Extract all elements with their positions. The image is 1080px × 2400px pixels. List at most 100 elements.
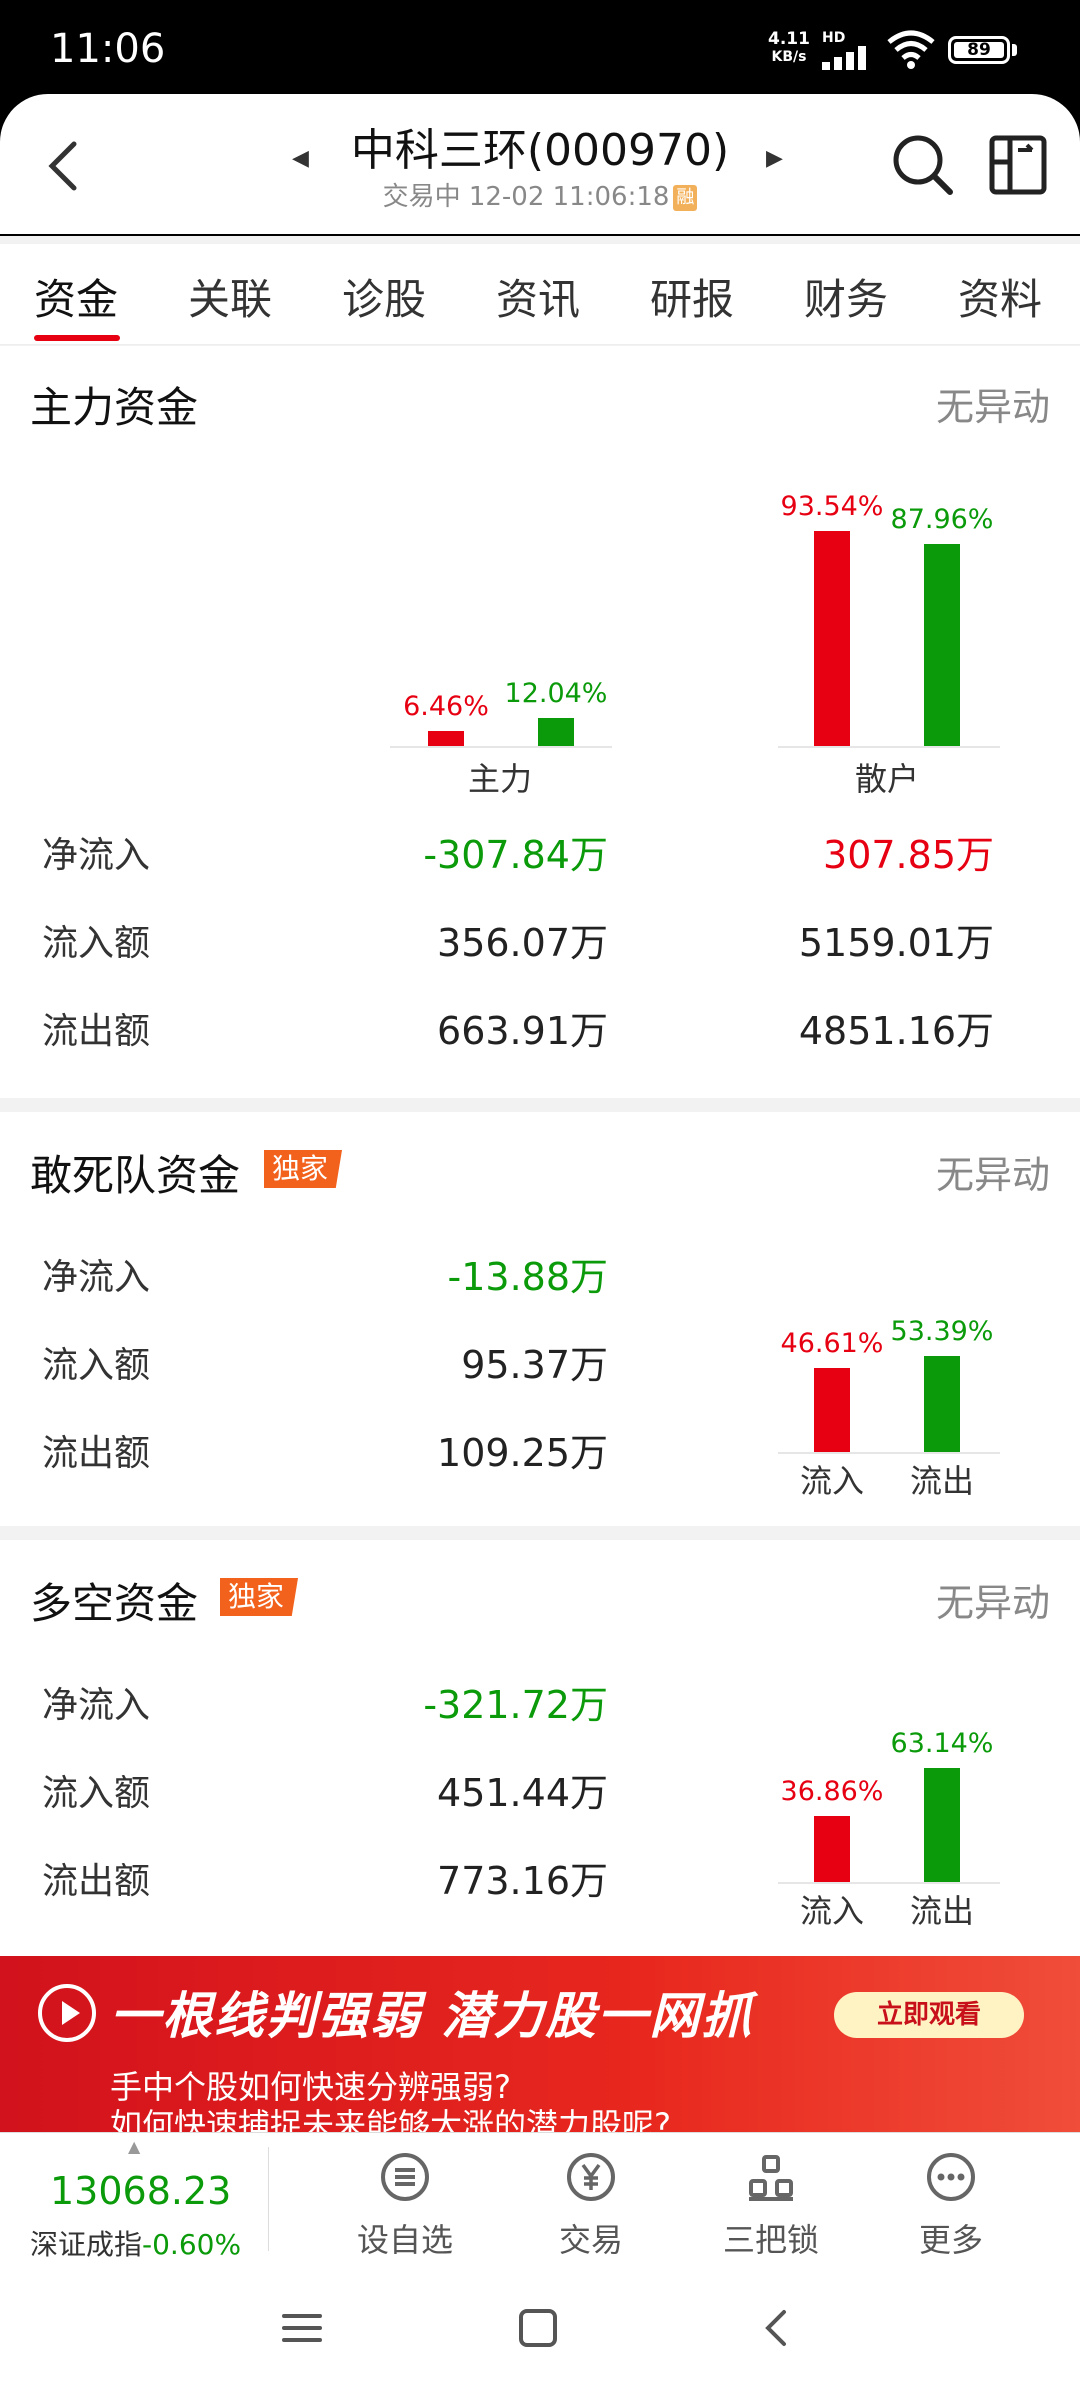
nav-trade[interactable]: 交易: [516, 2151, 666, 2261]
main-funds-card: 主力资金 无异动 6.46% 12.04% 主力 93.54% 87.96% 散…: [0, 346, 1080, 1098]
main-inflow: 356.07万: [437, 921, 608, 965]
tab-related[interactable]: 关联: [188, 266, 272, 327]
stock-title: 中科三环(000970): [350, 125, 730, 176]
battery-tip: [1012, 44, 1017, 56]
dare-funds-title: 敢死队资金: [30, 1151, 241, 1200]
tab-funds[interactable]: 资金: [34, 266, 118, 327]
index-change: -0.60%: [142, 2228, 242, 2261]
battery-icon: 89: [948, 36, 1010, 64]
search-icon[interactable]: [888, 130, 958, 200]
battery-level: 89: [954, 42, 1004, 59]
home-icon[interactable]: [516, 2306, 560, 2350]
main-outflow-pct: 12.04%: [504, 678, 608, 709]
main-funds-status[interactable]: 无异动: [936, 376, 1050, 431]
main-funds-title: 主力资金: [30, 383, 199, 432]
chart-baseline: [778, 1452, 1000, 1454]
expand-caret-icon[interactable]: ▲: [128, 2137, 140, 2156]
exclusive-badge: 独家: [264, 1150, 343, 1188]
hd-tag: HD: [822, 30, 846, 46]
tab-profile[interactable]: 资料: [958, 266, 1042, 327]
main-net-inflow: -307.84万: [423, 833, 608, 877]
dare-outflow-bar: [924, 1356, 960, 1452]
tab-finance[interactable]: 财务: [804, 266, 888, 327]
index-ticker[interactable]: 深证成指-0.60%: [30, 2223, 241, 2263]
dare-inflow-bar: [814, 1368, 850, 1452]
chart-baseline: [390, 746, 612, 748]
nav-label: 交易: [558, 2221, 623, 2259]
net-inflow-label: 净流入: [42, 1685, 151, 1726]
net-speed-unit: KB/s: [771, 49, 807, 65]
retail-inflow-pct: 93.54%: [780, 491, 884, 522]
back-icon[interactable]: [754, 2306, 798, 2350]
main-inflow-pct: 6.46%: [403, 691, 489, 722]
main-group-label: 主力: [467, 760, 532, 798]
longshort-net-inflow: -321.72万: [423, 1683, 608, 1727]
outflow-label: 流出额: [42, 1433, 151, 1474]
menu-icon[interactable]: [280, 2306, 324, 2350]
tab-news[interactable]: 资讯: [496, 266, 580, 327]
longshort-outflow-pct: 63.14%: [890, 1728, 994, 1759]
retail-outflow-bar: [924, 544, 960, 746]
status-bar: 11:06 4.11 KB/s HD 89: [0, 0, 1080, 96]
inflow-axis-label: 流入: [799, 1892, 864, 1930]
inflow-label: 流入额: [42, 923, 151, 964]
bottom-nav: ▲ 13068.23 深证成指-0.60% 设自选 交易 三把锁 更多: [0, 2132, 1080, 2263]
landscape-icon[interactable]: [988, 132, 1048, 198]
yuan-icon: [567, 2153, 615, 2201]
chart-baseline: [778, 1882, 1000, 1884]
nav-label: 更多: [918, 2221, 983, 2259]
main-outflow: 663.91万: [437, 1009, 608, 1053]
dare-outflow-pct: 53.39%: [890, 1316, 994, 1347]
banner-line-2: 如何快速捕捉未来能够大涨的潜力股呢?: [110, 2106, 671, 2132]
promo-banner[interactable]: 一根线判强弱 潜力股一网抓 立即观看 手中个股如何快速分辨强弱? 如何快速捕捉未…: [0, 1956, 1080, 2132]
dare-outflow: 109.25万: [437, 1431, 608, 1475]
dare-inflow: 95.37万: [461, 1343, 608, 1387]
clock: 11:06: [50, 26, 166, 72]
retail-outflow: 4851.16万: [798, 1009, 994, 1053]
index-value[interactable]: 13068.23: [50, 2169, 231, 2213]
inflow-axis-label: 流入: [799, 1462, 864, 1500]
outflow-label: 流出额: [42, 1011, 151, 1052]
inflow-label: 流入额: [42, 1773, 151, 1814]
retail-inflow-bar: [814, 531, 850, 746]
net-speed-value: 4.11: [768, 29, 810, 49]
next-stock-icon[interactable]: ▶: [766, 146, 783, 171]
lock-stack-icon: [749, 2155, 793, 2201]
tab-research[interactable]: 研报: [650, 266, 734, 327]
net-inflow-label: 净流入: [42, 835, 151, 876]
longshort-inflow: 451.44万: [437, 1771, 608, 1815]
longshort-inflow-bar: [814, 1816, 850, 1882]
dare-inflow-pct: 46.61%: [780, 1328, 884, 1359]
longshort-outflow: 773.16万: [437, 1859, 608, 1903]
longshort-funds-title: 多空资金: [30, 1579, 199, 1628]
longshort-inflow-pct: 36.86%: [780, 1776, 884, 1807]
inflow-label: 流入额: [42, 1345, 151, 1386]
dare-funds-card: 敢死队资金 独家 无异动 净流入 -13.88万 流入额 95.37万 流出额 …: [0, 1112, 1080, 1526]
menu-list-icon: [381, 2153, 429, 2201]
main-outflow-bar: [538, 718, 574, 746]
retail-outflow-pct: 87.96%: [890, 504, 994, 535]
retail-net-inflow: 307.85万: [823, 833, 994, 877]
dare-funds-status[interactable]: 无异动: [936, 1144, 1050, 1199]
net-inflow-label: 净流入: [42, 1257, 151, 1298]
outflow-label: 流出额: [42, 1861, 151, 1902]
more-dots-icon: [927, 2153, 975, 2201]
tab-diagnosis[interactable]: 诊股: [342, 266, 426, 327]
stock-tabs: 资金 关联 诊股 资讯 研报 财务 资料: [0, 244, 1080, 345]
retail-inflow: 5159.01万: [798, 921, 994, 965]
watch-now-button[interactable]: 立即观看: [834, 1992, 1024, 2038]
longshort-outflow-bar: [924, 1768, 960, 1882]
wifi-icon: [887, 30, 935, 69]
network-speed: 4.11 KB/s: [768, 30, 810, 66]
nav-more[interactable]: 更多: [876, 2151, 1026, 2261]
longshort-funds-status[interactable]: 无异动: [936, 1572, 1050, 1627]
nav-label: 设自选: [356, 2221, 453, 2259]
nav-three-locks[interactable]: 三把锁: [696, 2151, 846, 2261]
nav-add-watchlist[interactable]: 设自选: [330, 2151, 480, 2261]
trade-status-text: 交易中 12-02 11:06:18: [382, 182, 670, 212]
retail-group-label: 散户: [854, 760, 919, 798]
play-icon: [38, 1984, 96, 2042]
back-arrow-icon[interactable]: [38, 136, 88, 196]
stock-header: ◀ 中科三环(000970) 交易中 12-02 11:06:18 融 ▶: [0, 94, 1080, 234]
banner-headline: 一根线判强弱 潜力股一网抓: [110, 1987, 754, 2045]
